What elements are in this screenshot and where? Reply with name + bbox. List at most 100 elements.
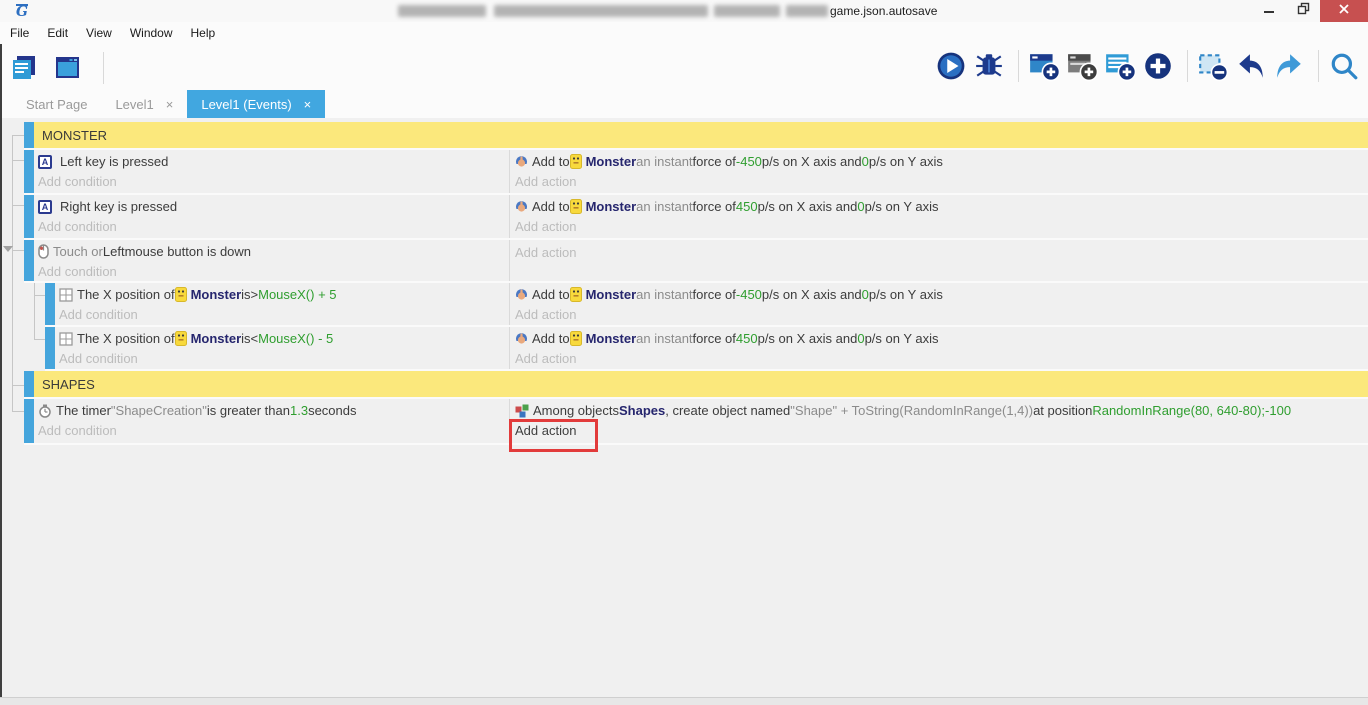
window-left-edge <box>0 44 2 705</box>
text-segment: Monster <box>586 287 637 302</box>
condition[interactable]: ALeft key is pressed <box>38 150 509 171</box>
text-segment: Touch or <box>53 244 103 259</box>
condition[interactable]: The X position of Monster is < MouseX() … <box>59 327 509 348</box>
add-action-button[interactable]: Add action <box>515 348 1368 368</box>
menu-item-edit[interactable]: Edit <box>38 23 77 43</box>
conditions-cell: ALeft key is pressedAdd condition <box>34 150 510 193</box>
condition[interactable]: The X position of Monster is > MouseX() … <box>59 283 509 304</box>
text-segment: p/s on Y axis <box>865 331 939 346</box>
add-action-button[interactable]: Add action <box>515 240 1368 260</box>
add-other-event-button[interactable] <box>1142 48 1178 84</box>
action[interactable]: Add to Monster an instant force of -450 … <box>515 283 1368 304</box>
project-documents-button[interactable] <box>8 50 44 86</box>
condition[interactable]: The timer "ShapeCreation" is greater tha… <box>38 399 509 420</box>
action[interactable]: Add to Monster an instant force of -450 … <box>515 150 1368 171</box>
event-selection-bar[interactable] <box>24 195 34 238</box>
event-selection-bar[interactable] <box>24 240 34 281</box>
tab-start-page[interactable]: Start Page <box>12 90 101 118</box>
add-subevent-button[interactable] <box>1066 48 1102 84</box>
action[interactable]: Among objects Shapes, create object name… <box>515 399 1368 420</box>
monster-object-icon <box>570 331 582 346</box>
text-segment: 450 <box>736 331 758 346</box>
tab-level1-events[interactable]: Level1 (Events)× <box>187 90 325 118</box>
event-row: Touch or Left mouse button is downAdd co… <box>24 240 1368 283</box>
group-label: MONSTER <box>34 122 1368 148</box>
restore-button[interactable] <box>1286 0 1320 22</box>
tree-line <box>12 250 24 251</box>
event-row: The timer "ShapeCreation" is greater tha… <box>24 399 1368 445</box>
add-event-button[interactable] <box>1028 48 1064 84</box>
add-condition-button[interactable]: Add condition <box>38 171 509 191</box>
search-button[interactable] <box>1328 48 1364 84</box>
tree-line <box>12 385 24 386</box>
text-segment: mouse button is down <box>125 244 251 259</box>
event-row: ARight key is pressedAdd conditionAdd to… <box>24 195 1368 240</box>
condition[interactable]: ARight key is pressed <box>38 195 509 216</box>
event-group-shapes[interactable]: SHAPES <box>24 371 1368 399</box>
undo-button[interactable] <box>1235 48 1271 84</box>
add-action-button[interactable]: Add action <box>515 171 1368 191</box>
text-segment: The timer <box>56 403 111 418</box>
menu-item-file[interactable]: File <box>1 23 38 43</box>
minimize-button[interactable] <box>1252 0 1286 22</box>
project-documents-icon <box>9 53 39 83</box>
menu-item-view[interactable]: View <box>77 23 121 43</box>
add-action-button[interactable]: Add action <box>515 216 1368 236</box>
add-action-button[interactable]: Add action <box>515 304 1368 324</box>
add-condition-button[interactable]: Add condition <box>38 420 509 440</box>
menu-item-help[interactable]: Help <box>182 23 225 43</box>
menu-item-window[interactable]: Window <box>121 23 182 43</box>
actions-cell: Add action <box>510 240 1368 281</box>
conditions-cell: ARight key is pressedAdd condition <box>34 195 510 238</box>
add-action-button[interactable]: Add action <box>515 420 1368 440</box>
force-hand-icon <box>515 332 528 345</box>
force-hand-icon <box>515 288 528 301</box>
text-segment: p/s on X axis and <box>762 287 862 302</box>
tab-label: Level1 <box>115 97 153 112</box>
text-segment: p/s on X axis and <box>758 331 858 346</box>
text-segment: an instant <box>636 331 692 346</box>
event-selection-bar[interactable] <box>45 283 55 325</box>
tab-close-icon[interactable]: × <box>166 97 174 112</box>
action[interactable]: Add to Monster an instant force of 450 p… <box>515 195 1368 216</box>
text-segment: at position <box>1033 403 1092 418</box>
close-button[interactable] <box>1320 0 1368 22</box>
toolbar-right <box>935 48 1364 84</box>
text-segment: Shapes <box>619 403 665 418</box>
add-condition-button[interactable]: Add condition <box>38 261 509 281</box>
action[interactable]: Add to Monster an instant force of 450 p… <box>515 327 1368 348</box>
event-group-monster[interactable]: MONSTER <box>24 122 1368 150</box>
event-selection-bar[interactable] <box>24 150 34 193</box>
debug-button[interactable] <box>973 48 1009 84</box>
text-segment: force of <box>693 287 736 302</box>
condition[interactable]: Touch or Left mouse button is down <box>38 240 509 261</box>
add-condition-button[interactable]: Add condition <box>59 304 509 324</box>
toolbar-separator <box>1018 50 1019 82</box>
text-segment: The X position of <box>77 331 175 346</box>
event-selection-bar[interactable] <box>24 122 34 148</box>
text-segment: Add to <box>532 154 570 169</box>
tree-line <box>12 411 24 412</box>
scene-window-button[interactable] <box>52 50 88 86</box>
tree-line <box>34 283 35 340</box>
event-selection-bar[interactable] <box>45 327 55 369</box>
remove-event-button[interactable] <box>1197 48 1233 84</box>
redo-button[interactable] <box>1273 48 1309 84</box>
force-hand-icon <box>515 200 528 213</box>
collapse-arrow-icon[interactable] <box>3 246 13 252</box>
add-other-event-icon <box>1142 50 1174 82</box>
event-selection-bar[interactable] <box>24 399 34 443</box>
add-condition-button[interactable]: Add condition <box>59 348 509 368</box>
text-segment: < <box>251 331 259 346</box>
tab-close-icon[interactable]: × <box>304 97 312 112</box>
text-segment: force of <box>693 154 736 169</box>
add-condition-button[interactable]: Add condition <box>38 216 509 236</box>
play-icon <box>936 51 966 81</box>
add-comment-button[interactable] <box>1104 48 1140 84</box>
event-selection-bar[interactable] <box>24 371 34 397</box>
text-segment: MouseX() + 5 <box>258 287 336 302</box>
text-segment: Left <box>103 244 125 259</box>
mouse-icon <box>38 244 49 259</box>
tab-level1[interactable]: Level1 × <box>101 90 187 118</box>
play-button[interactable] <box>935 48 971 84</box>
